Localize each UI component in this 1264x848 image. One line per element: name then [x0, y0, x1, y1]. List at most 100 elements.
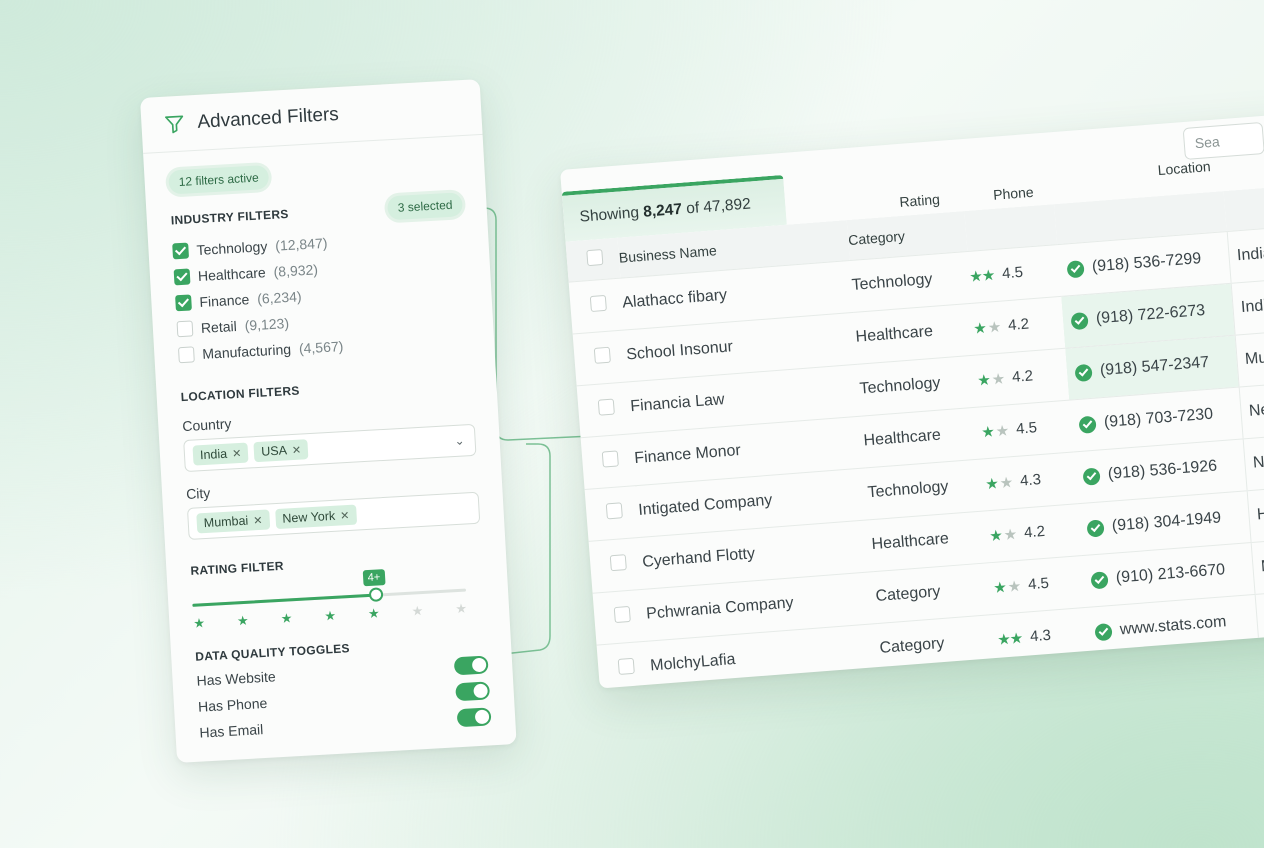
rating-scale-star-icon: ★ [280, 610, 293, 626]
remove-tag-icon[interactable]: ✕ [253, 513, 263, 526]
results-table-body: Alathacc fibary Technology ★★ 4.5 (918) 536-… [568, 223, 1264, 689]
row-select-cell [596, 640, 653, 689]
rating-value: 4.2 [1023, 522, 1046, 542]
checkbox[interactable] [172, 242, 190, 260]
remove-tag-icon[interactable]: ✕ [292, 443, 302, 456]
checkbox[interactable] [175, 294, 192, 312]
rating-cell: ★★ 4.5 [991, 555, 1086, 614]
chevron-down-icon[interactable]: ⌄ [454, 433, 465, 448]
category-cell: Healthcare [861, 406, 984, 468]
category-cell: Technology [849, 250, 972, 312]
row-select-cell [572, 329, 629, 386]
has-email-toggle[interactable] [456, 707, 492, 728]
star-icon: ★★ [996, 629, 1023, 649]
showing-count: 8,247 [642, 200, 683, 221]
phone-value[interactable]: (918) 536-1926 [1107, 457, 1217, 483]
slider-thumb[interactable] [368, 587, 384, 602]
rating-cell: ★★ 4.3 [995, 607, 1090, 666]
search-input[interactable]: Sea [1182, 121, 1264, 161]
location-cell: India, Mumbai [1226, 223, 1264, 283]
half-star-icon: ★ [995, 421, 1009, 440]
results-panel: Showing 8,247 of 47,892 Rating Phone Loc… [560, 111, 1264, 689]
phone-value[interactable]: (918) 703-7230 [1103, 406, 1213, 432]
remove-tag-icon[interactable]: ✕ [340, 508, 350, 521]
half-star-icon: ★ [999, 473, 1013, 492]
industry-count: (9,123) [244, 315, 290, 334]
select-all-checkbox[interactable] [586, 249, 604, 267]
toggle-label: Has Phone [197, 694, 268, 715]
industry-count: (6,234) [256, 288, 302, 307]
toggle-label: Has Website [196, 668, 277, 689]
location-filters-title: LOCATION FILTERS [180, 383, 300, 405]
advanced-filters-panel: Advanced Filters 12 filters active INDUS… [140, 79, 517, 763]
city-tag: Mumbai ✕ [196, 509, 270, 534]
city-tag: New York ✕ [274, 504, 357, 530]
category-cell: Category [877, 613, 1000, 675]
rating-slider[interactable]: 4+ ★ ★ ★ ★ ★ ★ ★ [191, 566, 486, 636]
active-filters-badge[interactable]: 12 filters active [168, 164, 270, 195]
remove-tag-icon[interactable]: ✕ [232, 446, 242, 459]
rating-value: 4.5 [1001, 263, 1024, 283]
rating-cell: ★ ★ 4.2 [975, 347, 1070, 407]
phone-column-header[interactable]: Phone [993, 184, 1035, 203]
half-star-icon: ★ [1007, 577, 1021, 596]
phone-value[interactable]: www.stats.com [1119, 613, 1227, 639]
rating-scale-star-icon: ★ [454, 600, 468, 617]
industry-selected-badge: 3 selected [387, 192, 464, 221]
phone-value[interactable]: (918) 722-6273 [1095, 302, 1205, 328]
rating-column-header-top[interactable]: Rating [899, 191, 941, 210]
industry-label: Finance [199, 291, 250, 310]
results-table: Business Name Category Alathacc fibary Te… [565, 183, 1264, 689]
category-cell: Technology [865, 458, 988, 520]
tag-label: Mumbai [203, 513, 249, 531]
rating-header-spacer [964, 204, 1058, 251]
industry-label: Technology [196, 238, 268, 259]
has-phone-toggle[interactable] [455, 681, 491, 702]
rating-value: 4.3 [1029, 626, 1052, 646]
row-checkbox[interactable] [617, 657, 635, 675]
industry-label: Healthcare [197, 264, 267, 285]
category-cell: Healthcare [869, 510, 992, 572]
location-column-header[interactable]: Location [1157, 158, 1211, 178]
rating-value: 4.3 [1019, 471, 1042, 490]
checkbox[interactable] [173, 268, 191, 286]
verified-check-icon [1086, 518, 1105, 538]
row-select-cell [592, 588, 649, 645]
tag-label: New York [282, 508, 336, 526]
has-website-toggle[interactable] [453, 655, 489, 676]
row-checkbox[interactable] [589, 294, 607, 312]
rating-cell: ★★ 4.5 [979, 399, 1074, 459]
row-select-cell [576, 381, 633, 438]
half-star-icon: ★ [991, 370, 1005, 388]
star-icon: ★ [988, 526, 1003, 545]
rating-scale-star-icon: ★ [192, 615, 206, 631]
row-select-cell [584, 485, 641, 541]
phone-value[interactable]: (918) 536-7299 [1091, 250, 1201, 276]
row-checkbox[interactable] [597, 398, 615, 416]
phone-value[interactable]: (918) 304-1949 [1111, 509, 1221, 535]
row-checkbox[interactable] [605, 501, 623, 519]
industry-filters-title: INDUSTRY FILTERS [170, 206, 290, 228]
rating-value: 4.2 [1011, 367, 1034, 386]
checkbox[interactable] [176, 320, 194, 338]
half-star-icon: ★ [987, 318, 1001, 337]
rating-cell: ★★ 4.5 [967, 244, 1062, 303]
rating-scale-star-icon: ★ [236, 612, 250, 629]
rating-value: 4.2 [1007, 315, 1030, 335]
verified-check-icon [1070, 311, 1089, 330]
checkbox[interactable] [177, 346, 195, 364]
phone-value[interactable]: (918) 547-2347 [1099, 354, 1209, 380]
row-checkbox[interactable] [613, 605, 631, 623]
category-cell: Technology [857, 354, 980, 416]
slider-value-bubble: 4+ [362, 569, 386, 587]
row-checkbox[interactable] [609, 553, 627, 571]
star-icon: ★ [972, 319, 987, 338]
rating-scale-star-icon: ★ [323, 607, 337, 624]
row-checkbox[interactable] [593, 346, 611, 364]
verified-check-icon [1094, 622, 1113, 641]
tag-label: USA [260, 443, 288, 459]
location-cell: India, Mumbai [1230, 275, 1264, 335]
phone-value[interactable]: (910) 213-6670 [1115, 561, 1225, 587]
row-checkbox[interactable] [601, 449, 619, 468]
location-cell: New York [1242, 430, 1264, 491]
